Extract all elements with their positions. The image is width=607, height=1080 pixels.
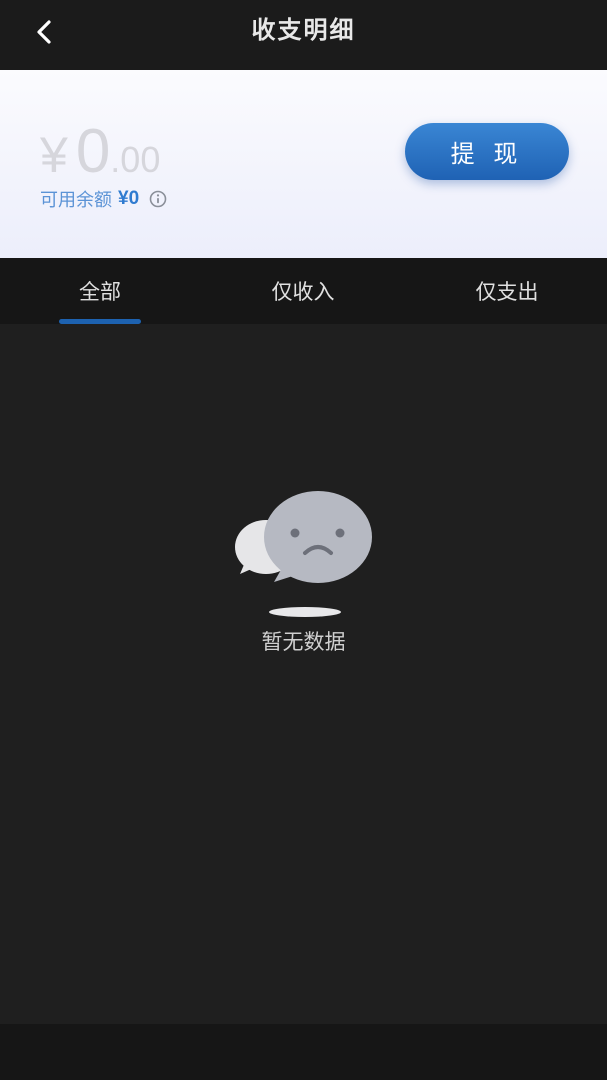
balance-amount: ¥0.00	[40, 116, 160, 187]
bottom-bar	[0, 1024, 607, 1080]
balance-card: ¥0.00 可用余额 ¥0 提 现	[0, 70, 607, 258]
page: 收支明细 ¥0.00 可用余额 ¥0 提 现 全部 仅收入 仅支出 暂无数据	[0, 0, 607, 1080]
balance-decimal: .00	[110, 139, 161, 180]
available-balance-value: ¥0	[118, 188, 140, 209]
tab-income-only[interactable]: 仅收入	[203, 258, 403, 324]
available-balance-row: 可用余额 ¥0	[40, 186, 167, 212]
balance-integer: 0	[75, 117, 111, 186]
info-icon[interactable]	[149, 190, 167, 208]
withdraw-button[interactable]: 提 现	[405, 123, 569, 180]
page-title: 收支明细	[251, 16, 356, 44]
top-nav-bar: 收支明细	[0, 0, 607, 70]
sad-chat-bubble-icon	[235, 491, 372, 617]
tab-expense-only[interactable]: 仅支出	[407, 258, 607, 324]
tab-all[interactable]: 全部	[0, 258, 200, 324]
available-balance-label: 可用余额	[40, 190, 112, 211]
currency-symbol: ¥	[40, 127, 68, 183]
empty-state: 暂无数据	[0, 324, 607, 1024]
filter-tabs: 全部 仅收入 仅支出	[0, 258, 607, 324]
empty-state-message: 暂无数据	[261, 630, 346, 654]
